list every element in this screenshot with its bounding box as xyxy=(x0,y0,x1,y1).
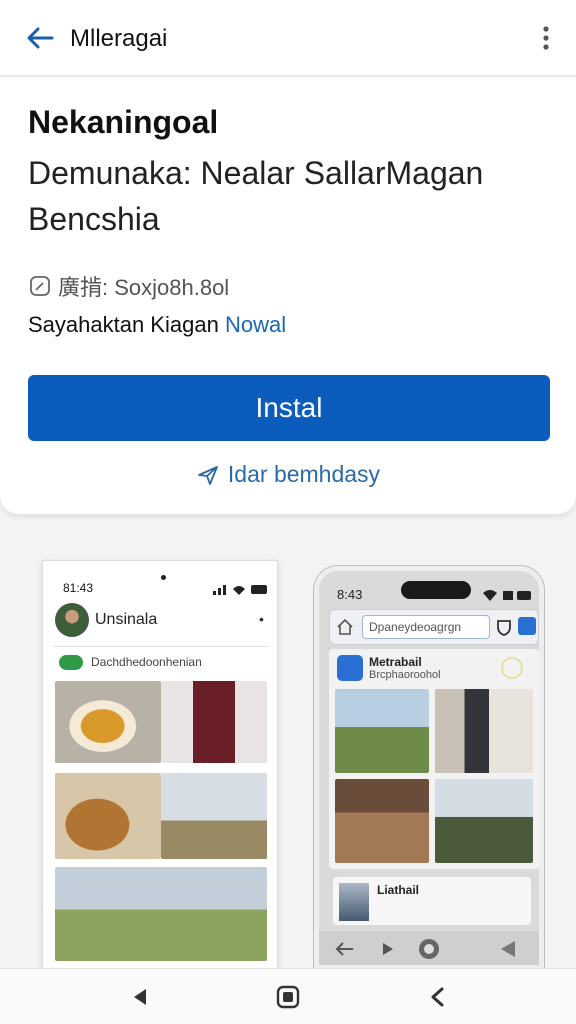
card-thumbnail xyxy=(339,883,369,921)
profile-name: Unsinala xyxy=(95,611,158,628)
photo-vegetables xyxy=(55,773,161,859)
profile-header: Unsinala • xyxy=(53,603,269,647)
camera-dot xyxy=(161,575,166,580)
phone-notch xyxy=(401,581,471,599)
status-time: 81:43 xyxy=(63,581,94,595)
browser-address-bar[interactable]: Dpaneydeoagrgn xyxy=(329,609,539,645)
tag-row: Dachdhedoonhenian xyxy=(59,653,259,671)
avatar xyxy=(55,603,89,637)
status-icons xyxy=(213,585,267,595)
feed-post: Metrabail Brcphaoroohol xyxy=(329,649,539,869)
shield-icon[interactable] xyxy=(495,618,513,636)
tabs-icon[interactable] xyxy=(518,617,536,635)
developer-row: Sayahaktan Kiagan Nowal xyxy=(28,312,286,338)
app-name: Nekaningoal xyxy=(28,104,219,140)
browser-nav-icons xyxy=(335,939,515,959)
developer-label: Sayahaktan Kiagan xyxy=(28,312,219,337)
app-meta-text: 廣掯: Soxjo8h.8ol xyxy=(58,275,230,300)
photo-group xyxy=(55,867,267,961)
photo-1 xyxy=(335,689,429,773)
more-vert-icon[interactable] xyxy=(532,22,560,54)
secondary-action[interactable]: Idar bemhdasy xyxy=(0,461,576,488)
app-meta-row: 廣掯: Soxjo8h.8ol xyxy=(28,272,229,300)
home-square-icon[interactable] xyxy=(274,983,302,1011)
page-title: Mlleragai xyxy=(70,25,168,52)
app-screenshot-2[interactable]: 8:43 Dpaneydeoagrgn Metrabail Brcphaoroo… xyxy=(314,566,544,970)
app-description: Demunaka: Nealar SallarMagan Bencshia xyxy=(28,155,484,237)
post-avatar xyxy=(337,655,363,681)
photo-field xyxy=(161,773,267,859)
post-title: Metrabail xyxy=(369,655,422,669)
status-icons xyxy=(483,590,531,601)
photo-person xyxy=(161,681,267,763)
top-app-bar: Mlleragai xyxy=(0,0,576,76)
photo-bowl xyxy=(55,681,161,763)
edit-icon xyxy=(30,276,50,296)
home-icon[interactable] xyxy=(336,618,354,636)
install-button[interactable]: Instal xyxy=(28,375,550,441)
url-field[interactable]: Dpaneydeoagrgn xyxy=(362,615,490,639)
recents-chevron-icon[interactable] xyxy=(424,983,452,1011)
developer-link[interactable]: Nowal xyxy=(225,312,286,337)
tag-text: Dachdhedoonhenian xyxy=(91,655,202,669)
arrow-left-icon[interactable] xyxy=(22,20,58,56)
photo-4 xyxy=(435,779,533,863)
status-time: 8:43 xyxy=(337,587,363,602)
card-title: Liathail xyxy=(377,883,420,897)
system-nav-bar xyxy=(0,968,576,1024)
back-triangle-icon[interactable] xyxy=(126,983,154,1011)
story-ring-icon xyxy=(501,657,523,679)
photo-2 xyxy=(435,689,533,773)
photo-3 xyxy=(335,779,429,863)
feed-card: Liathail xyxy=(333,877,531,925)
post-subtitle: Brcphaoroohol xyxy=(369,669,441,681)
app-screenshot-1[interactable]: 81:43 Unsinala • Dachdhedoonhenian xyxy=(42,560,278,970)
toggle-pill xyxy=(59,654,83,670)
secondary-action-label: Idar bemhdasy xyxy=(227,461,381,487)
browser-nav-bar xyxy=(319,931,539,965)
send-icon xyxy=(198,465,218,485)
menu-dot-icon: • xyxy=(259,611,264,627)
app-details-card: Nekaningoal Demunaka: Nealar SallarMagan… xyxy=(0,78,576,514)
